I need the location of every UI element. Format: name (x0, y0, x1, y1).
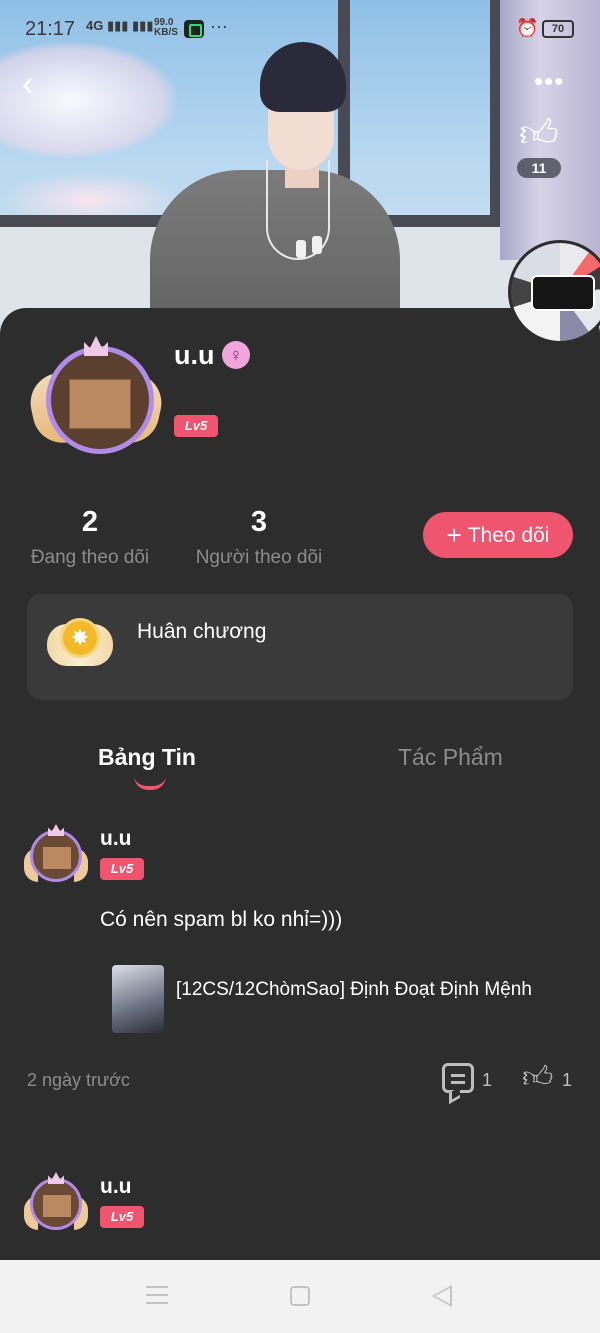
following-count: 2 (81, 506, 99, 538)
comment-icon[interactable] (442, 1063, 474, 1093)
nav-back-icon[interactable] (432, 1285, 452, 1307)
linked-work-card[interactable]: [12CS/12ChòmSao] Định Đoạt Định Mệnh (112, 965, 572, 1033)
profile-username: u.u (174, 340, 215, 370)
network-speed: 99.0 KB/S (154, 17, 178, 38)
post-author-avatar[interactable] (24, 824, 88, 886)
more-options-button[interactable]: ••• (534, 66, 574, 102)
post-author-name[interactable]: u.u (100, 827, 132, 851)
plus-icon: + (446, 520, 462, 550)
followers-label: Người theo dõi (195, 547, 323, 568)
status-bar: 21:17 4G ▮▮▮ ▮▮▮ 99.0 KB/S ··· ⏰ 70 (0, 0, 600, 60)
level-badge: Lv5 (174, 415, 218, 437)
avatar-image (69, 379, 131, 429)
medal-label: Huân chương (137, 620, 267, 643)
followers-count: 3 (250, 506, 268, 538)
more-dots-icon: ••• (534, 66, 565, 96)
stat-followers[interactable]: 3 Người theo dõi (192, 506, 326, 569)
profile-like-count: 11 (517, 158, 561, 178)
following-label: Đang theo dõi (30, 547, 150, 568)
profile-avatar[interactable] (25, 336, 167, 464)
medal-card[interactable]: ✸ Huân chương (27, 594, 573, 700)
post-timestamp: 2 ngày trước (27, 1070, 130, 1090)
female-icon: ♀ (222, 341, 250, 369)
back-button[interactable]: ‹ (22, 66, 52, 102)
like-icon[interactable]: 👍︎ (522, 1060, 553, 1096)
alarm-icon: ⏰ (516, 18, 539, 38)
post-author-avatar[interactable] (24, 1172, 88, 1234)
post-author-name[interactable]: u.u (100, 1175, 132, 1199)
app-notification-icon (184, 20, 204, 38)
follow-button[interactable]: + Theo dõi (423, 512, 573, 558)
status-time: 21:17 (25, 18, 76, 40)
tab-news-feed[interactable]: Bảng Tin (98, 744, 196, 771)
thumbs-up-icon: 👍︎ (519, 113, 559, 155)
stat-following[interactable]: 2 Đang theo dõi (26, 506, 154, 569)
comment-count: 1 (482, 1070, 493, 1090)
profile-like-button[interactable]: 👍︎ 11 (515, 112, 563, 182)
tab-works[interactable]: Tác Phẩm (398, 744, 503, 771)
like-count: 1 (562, 1070, 573, 1090)
network-type: 4G (86, 18, 104, 33)
avatar-crown-icon (84, 336, 108, 356)
status-more: ··· (210, 16, 228, 36)
battery-icon: 70 (542, 20, 574, 38)
post-author-level: Lv5 (100, 858, 144, 880)
post-text[interactable]: Có nên spam bl ko nhỉ=))) (100, 908, 342, 932)
recent-apps-icon[interactable] (146, 1286, 168, 1304)
post-author-level: Lv5 (100, 1206, 144, 1228)
signal-icon: 4G ▮▮▮ ▮▮▮ (86, 18, 154, 33)
home-icon[interactable] (290, 1286, 310, 1306)
medal-icon: ✸ (47, 618, 113, 674)
system-nav-bar (0, 1260, 600, 1333)
follow-label: Theo dõi (467, 524, 550, 547)
work-cover-thumbnail (112, 965, 164, 1033)
linked-work-title: [12CS/12ChòmSao] Định Đoạt Định Mệnh (176, 979, 532, 1000)
chevron-left-icon: ‹ (22, 65, 34, 103)
cover-character-illustration (140, 40, 410, 340)
